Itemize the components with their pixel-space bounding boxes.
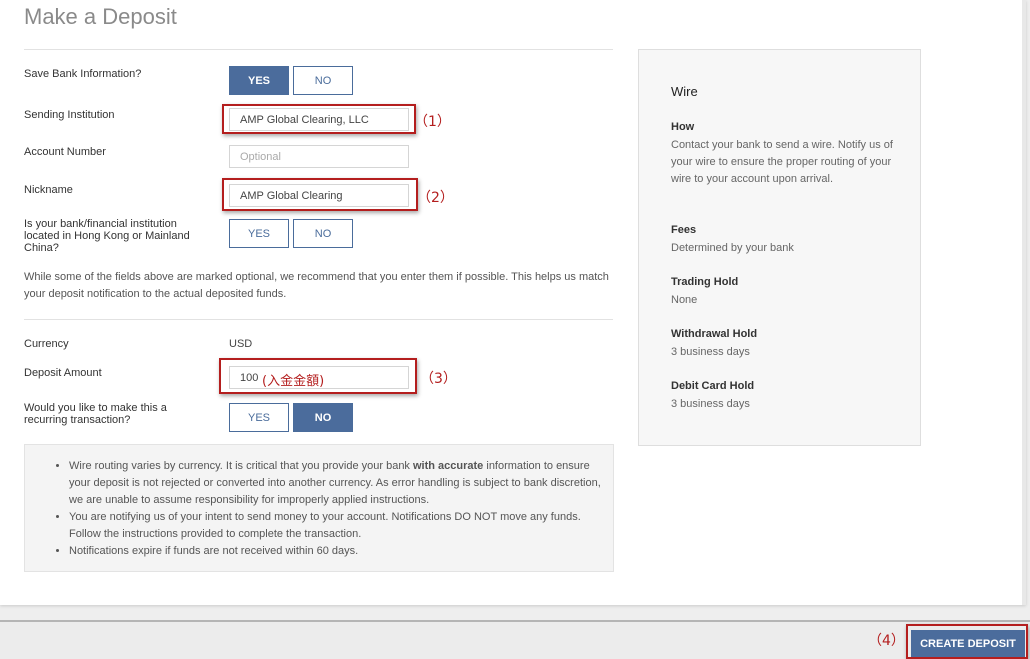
deposit-amount-annotation: (入金金額)	[262, 374, 325, 389]
info-emphasis: with accurate	[413, 460, 484, 472]
save-bank-toggle: YES NO	[229, 66, 353, 95]
account-number-label: Account Number	[24, 146, 106, 158]
hk-china-toggle: YES NO	[229, 219, 353, 248]
optional-fields-note: While some of the fields above are marke…	[24, 271, 609, 300]
save-bank-no-button[interactable]: NO	[293, 66, 353, 95]
info-item: Notifications expire if funds are not re…	[69, 543, 603, 560]
side-title: Wire	[671, 84, 698, 99]
deposit-card: Make a Deposit Save Bank Information? YE…	[0, 0, 1026, 605]
deposit-amount-label: Deposit Amount	[24, 367, 102, 379]
info-item: You are notifying us of your intent to s…	[69, 509, 603, 543]
recurring-label: Would you like to make this a recurring …	[24, 402, 167, 426]
hk-china-label: Is your bank/financial institution locat…	[24, 218, 190, 254]
annotation-4: （4）	[868, 633, 905, 649]
annotation-3: （3）	[420, 371, 457, 387]
info-text: Wire routing varies by currency. It is c…	[69, 460, 413, 472]
scrollbar[interactable]	[1022, 0, 1026, 605]
hk-china-no-button[interactable]: NO	[293, 219, 353, 248]
wire-info-box: Wire routing varies by currency. It is c…	[24, 444, 614, 572]
how-heading: How	[671, 121, 695, 133]
currency-value: USD	[229, 338, 253, 350]
page-title: Make a Deposit	[24, 4, 177, 29]
hk-china-yes-button[interactable]: YES	[229, 219, 289, 248]
how-text: Contact your bank to send a wire. Notify…	[671, 139, 893, 185]
sending-institution-input[interactable]	[229, 108, 409, 131]
debit-card-hold-text: 3 business days	[671, 398, 750, 410]
info-list: Wire routing varies by currency. It is c…	[25, 458, 603, 560]
divider	[24, 49, 613, 50]
trading-hold-text: None	[671, 294, 698, 306]
nickname-input[interactable]	[229, 184, 409, 207]
create-deposit-button[interactable]: CREATE DEPOSIT	[911, 630, 1025, 658]
save-bank-yes-button[interactable]: YES	[229, 66, 289, 95]
withdrawal-hold-heading: Withdrawal Hold	[671, 328, 758, 340]
currency-label: Currency	[24, 338, 69, 350]
trading-hold-heading: Trading Hold	[671, 276, 739, 288]
account-number-input[interactable]	[229, 145, 409, 168]
nickname-label: Nickname	[24, 184, 73, 196]
divider	[24, 319, 613, 320]
annotation-1: （1）	[414, 114, 451, 130]
wire-details-panel: Wire How Contact your bank to send a wir…	[638, 49, 921, 446]
recurring-no-button[interactable]: NO	[293, 403, 353, 432]
fees-text: Determined by your bank	[671, 242, 794, 254]
debit-card-hold-heading: Debit Card Hold	[671, 380, 755, 392]
save-bank-label: Save Bank Information?	[24, 68, 142, 80]
recurring-yes-button[interactable]: YES	[229, 403, 289, 432]
annotation-2: （2）	[417, 190, 454, 206]
recurring-toggle: YES NO	[229, 403, 353, 432]
sending-institution-label: Sending Institution	[24, 109, 115, 121]
fees-heading: Fees	[671, 224, 697, 236]
withdrawal-hold-text: 3 business days	[671, 346, 750, 358]
info-item: Wire routing varies by currency. It is c…	[69, 458, 603, 509]
